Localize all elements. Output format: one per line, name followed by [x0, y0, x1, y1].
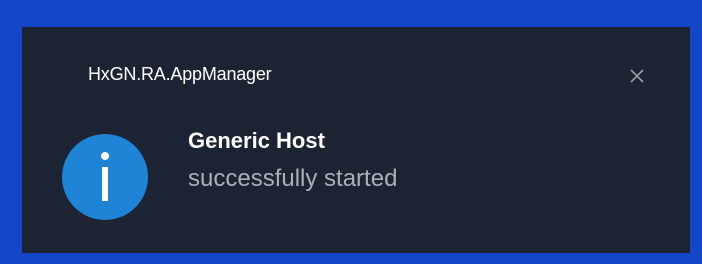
close-icon — [630, 69, 644, 83]
close-button[interactable] — [622, 61, 652, 91]
toast-notification[interactable]: HxGN.RA.AppManager Generic Host successf… — [22, 27, 690, 253]
info-icon — [62, 134, 148, 220]
notification-frame: HxGN.RA.AppManager Generic Host successf… — [0, 0, 702, 264]
notification-title: Generic Host — [188, 128, 325, 153]
notification-message: successfully started — [188, 165, 398, 192]
app-name: HxGN.RA.AppManager — [88, 64, 272, 84]
